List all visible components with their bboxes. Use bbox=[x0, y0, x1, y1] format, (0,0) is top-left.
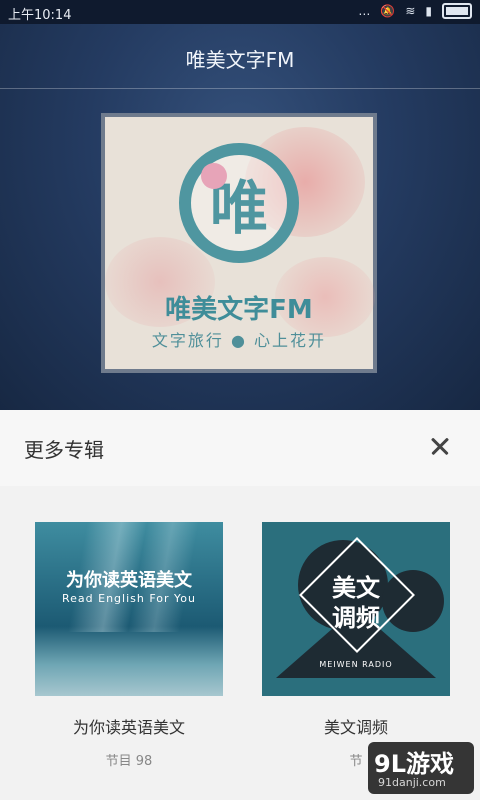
sheet-header: 更多专辑 bbox=[0, 410, 480, 486]
thumbnail-title-line2: 调频 bbox=[332, 604, 380, 632]
thumbnail-title: 为你读英语美文 bbox=[66, 570, 192, 591]
album-thumbnail[interactable]: 美文 调频 MEIWEN RADIO bbox=[262, 522, 450, 696]
status-icons: … 🔕 ≋ ▮ bbox=[358, 3, 472, 19]
album-cover[interactable]: 唯 唯美文字FM 文字旅行 ● 心上花开 bbox=[101, 113, 377, 373]
cover-title: 唯美文字FM bbox=[165, 295, 313, 325]
signal-icon: … bbox=[358, 4, 371, 18]
album-card[interactable]: 为你读英语美文 Read English For You 为你读英语美文 节目 … bbox=[35, 522, 223, 769]
mute-icon: 🔕 bbox=[380, 4, 396, 18]
album-name[interactable]: 美文调频 bbox=[262, 714, 450, 738]
sim-icon: ▮ bbox=[425, 4, 432, 18]
album-name[interactable]: 为你读英语美文 bbox=[35, 714, 223, 738]
status-time: 上午10:14 bbox=[8, 8, 72, 23]
battery-icon bbox=[442, 3, 472, 19]
watermark-site: 91danji.com bbox=[378, 776, 446, 789]
title-divider bbox=[0, 88, 480, 89]
watermark-brand: 9L游戏 bbox=[374, 750, 454, 778]
sheet-title: 更多专辑 bbox=[24, 438, 104, 462]
close-icon[interactable] bbox=[424, 430, 456, 462]
page-title: 唯美文字FM bbox=[185, 48, 295, 72]
cover-subtitle: 文字旅行 ● 心上花开 bbox=[151, 331, 327, 350]
album-card[interactable]: 美文 调频 MEIWEN RADIO 美文调频 节 bbox=[262, 522, 450, 769]
album-episode-count: 节目 98 bbox=[105, 754, 153, 769]
thumbnail-subtitle: Read English For You bbox=[62, 592, 196, 605]
status-bar: 上午10:14 … 🔕 ≋ ▮ bbox=[0, 0, 480, 24]
thumbnail-subtitle: MEIWEN RADIO bbox=[319, 660, 393, 669]
cover-logo: 唯 bbox=[179, 143, 299, 263]
wifi-icon: ≋ bbox=[405, 4, 416, 18]
watermark: 9L游戏 91danji.com bbox=[368, 742, 474, 794]
flower-icon bbox=[201, 163, 227, 189]
album-thumbnail[interactable]: 为你读英语美文 Read English For You bbox=[35, 522, 223, 696]
